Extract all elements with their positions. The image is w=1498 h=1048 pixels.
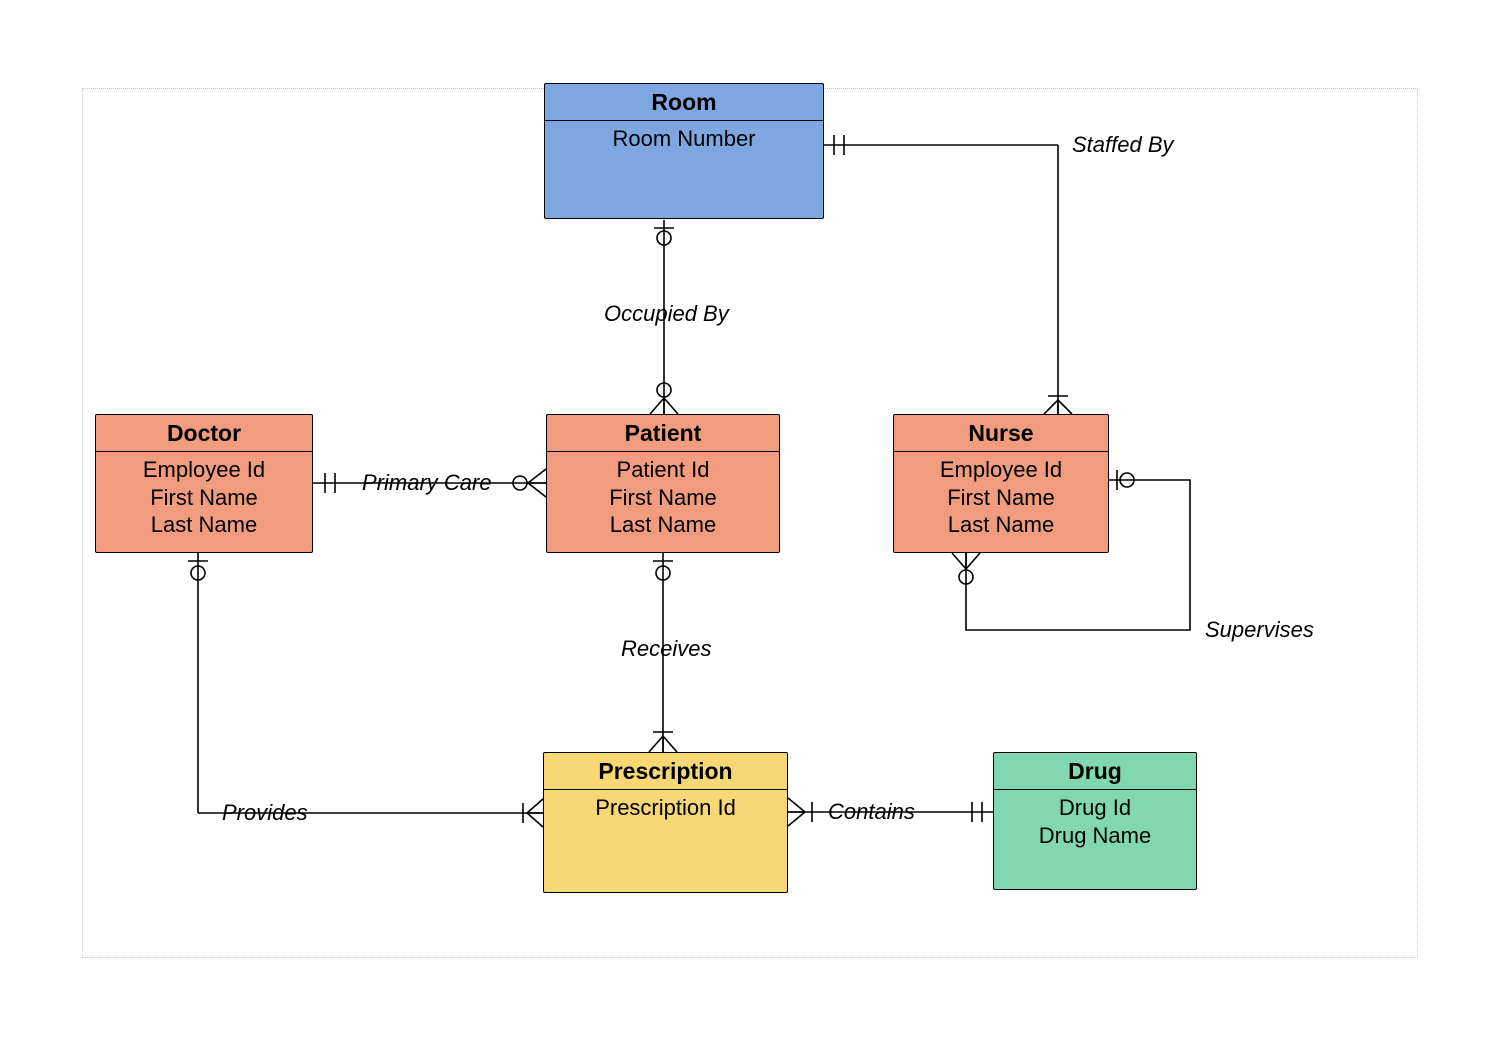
entity-drug-title: Drug [994,753,1196,790]
label-contains: Contains [828,799,915,825]
label-staffed-by: Staffed By [1072,132,1174,158]
entity-prescription[interactable]: Prescription Prescription Id [543,752,788,893]
label-primary-care: Primary Care [362,470,492,496]
label-provides: Provides [222,800,308,826]
entity-prescription-title: Prescription [544,753,787,790]
entity-room[interactable]: Room Room Number [544,83,824,219]
entity-patient-title: Patient [547,415,779,452]
label-supervises: Supervises [1205,617,1314,643]
entity-patient[interactable]: Patient Patient Id First Name Last Name [546,414,780,553]
entity-doctor-attrs: Employee Id First Name Last Name [96,452,312,545]
entity-room-attrs: Room Number [545,121,823,159]
entity-doctor[interactable]: Doctor Employee Id First Name Last Name [95,414,313,553]
entity-doctor-title: Doctor [96,415,312,452]
entity-prescription-attrs: Prescription Id [544,790,787,828]
entity-drug[interactable]: Drug Drug Id Drug Name [993,752,1197,890]
entity-nurse-title: Nurse [894,415,1108,452]
entity-nurse-attrs: Employee Id First Name Last Name [894,452,1108,545]
label-receives: Receives [621,636,711,662]
entity-room-title: Room [545,84,823,121]
label-occupied-by: Occupied By [604,301,729,327]
entity-patient-attrs: Patient Id First Name Last Name [547,452,779,545]
entity-nurse[interactable]: Nurse Employee Id First Name Last Name [893,414,1109,553]
entity-drug-attrs: Drug Id Drug Name [994,790,1196,855]
